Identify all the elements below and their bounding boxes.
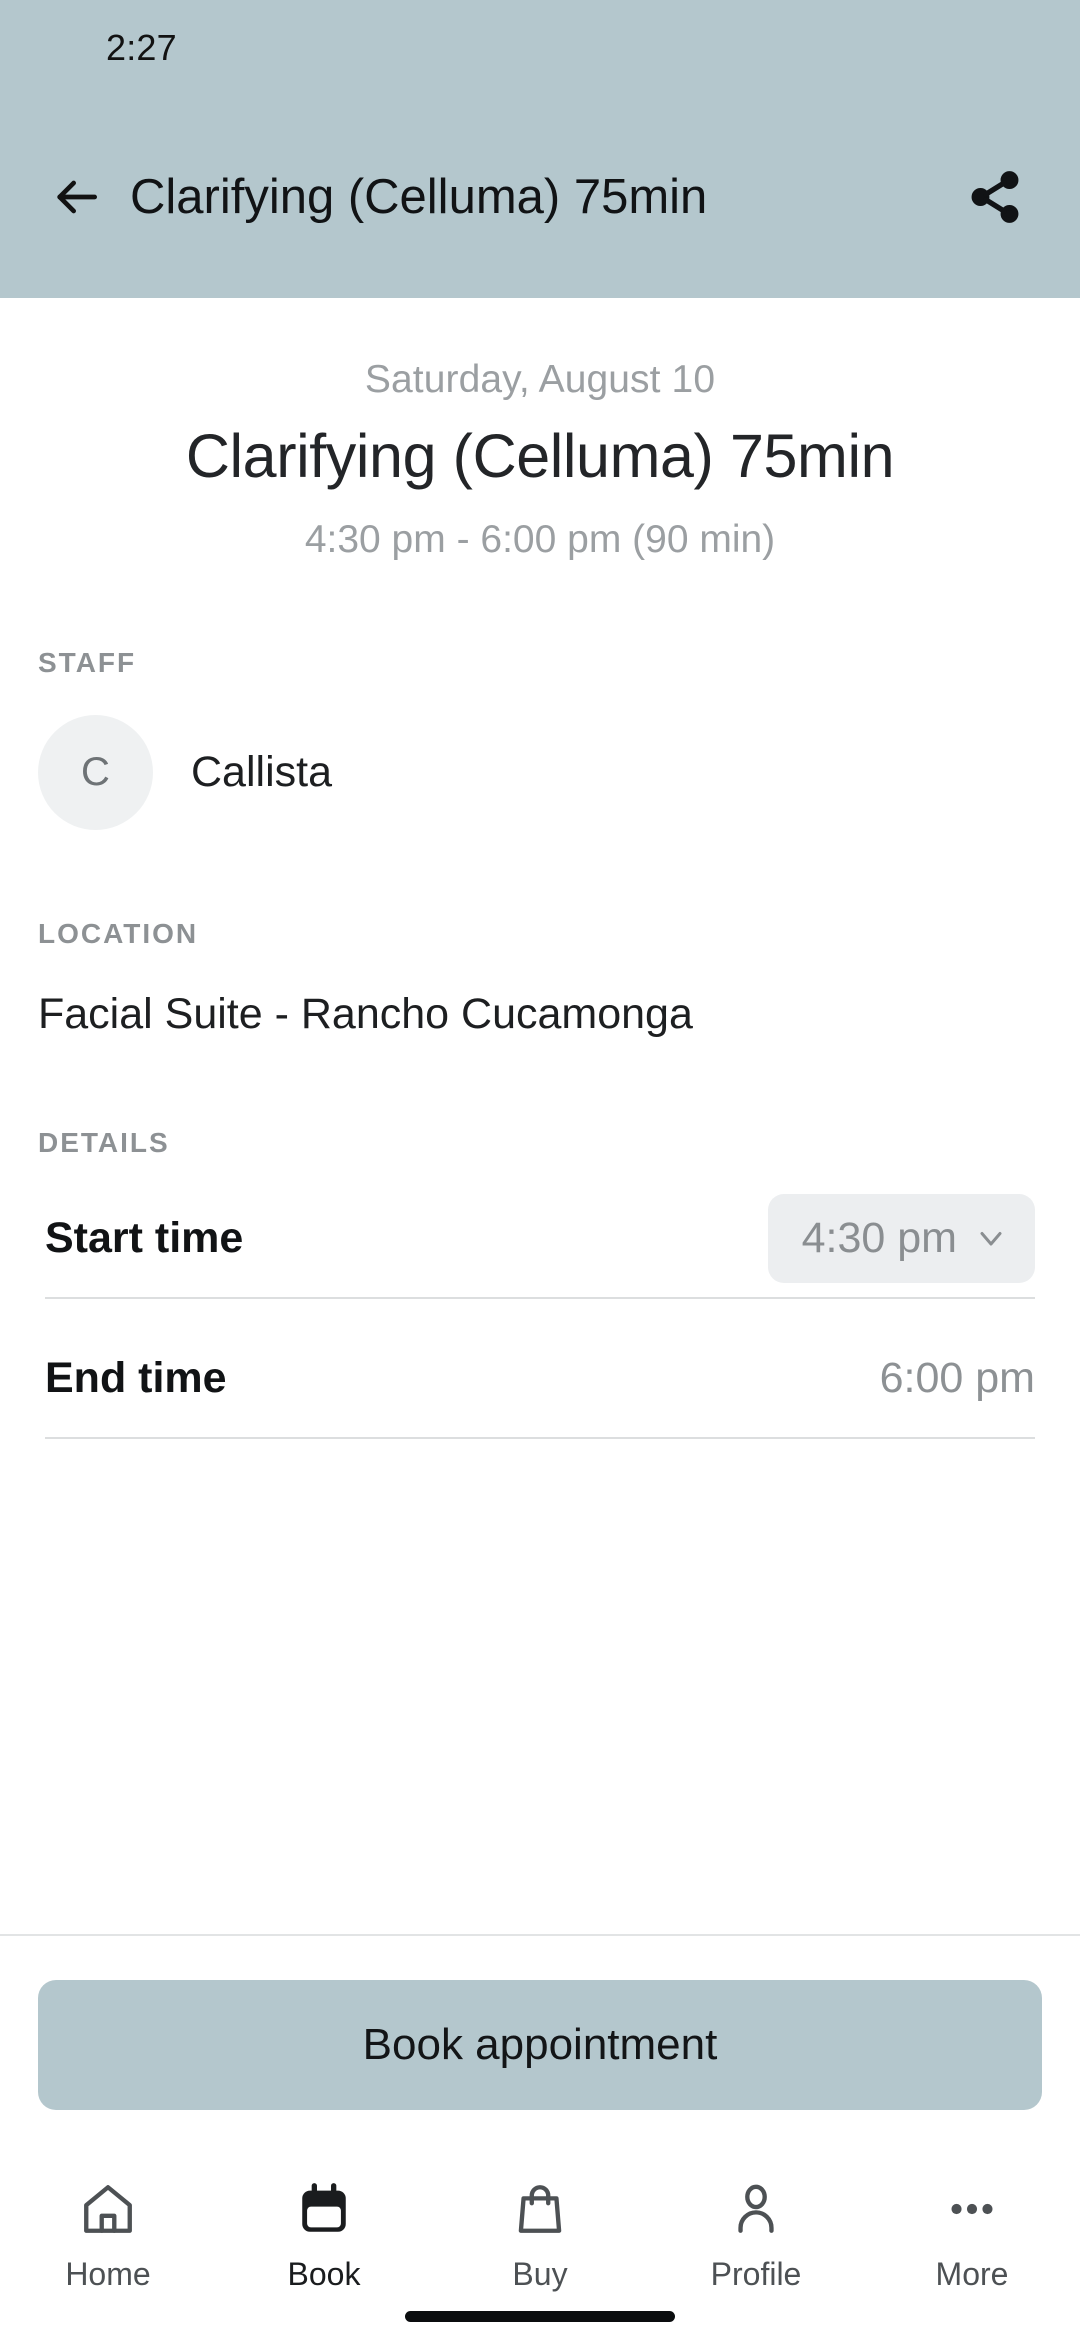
chevron-down-icon [980, 1232, 1002, 1246]
action-area: Book appointment [0, 1936, 1080, 2150]
details-section: DETAILS Start time 4:30 pm End time 6:00… [0, 1127, 1080, 1440]
status-bar-clock: 2:27 [106, 27, 177, 68]
details-section-label: DETAILS [38, 1127, 170, 1159]
nav-item-more[interactable]: More [864, 2176, 1080, 2293]
nav-label-home: Home [65, 2256, 151, 2292]
location-section: LOCATION Facial Suite - Rancho Cucamonga [0, 918, 1080, 1039]
app-bar: Clarifying (Celluma) 75min [0, 96, 1080, 298]
staff-name: Callista [191, 748, 332, 797]
location-section-label: LOCATION [38, 918, 199, 950]
app-bar-title: Clarifying (Celluma) 75min [130, 170, 708, 224]
end-time-label: End time [45, 1353, 227, 1402]
appointment-date: Saturday, August 10 [364, 358, 716, 401]
nav-item-home[interactable]: Home [0, 2176, 216, 2293]
home-icon [79, 2176, 137, 2242]
top-bar: 2:27 Clarifying (Celluma) 75min [0, 0, 1080, 298]
staff-section: STAFF C Callista [0, 647, 1080, 831]
calendar-icon [295, 2176, 353, 2242]
book-appointment-button[interactable]: Book appointment [38, 1980, 1042, 2110]
nav-item-buy[interactable]: Buy [432, 2176, 648, 2293]
end-time-value: 6:00 pm [879, 1353, 1035, 1402]
appointment-hero: Saturday, August 10 Clarifying (Celluma)… [0, 298, 1080, 562]
nav-item-profile[interactable]: Profile [648, 2176, 864, 2293]
start-time-label: Start time [45, 1213, 244, 1262]
avatar-initial: C [81, 750, 110, 795]
share-button[interactable] [950, 152, 1040, 242]
nav-label-book: Book [287, 2256, 361, 2292]
end-time-row: End time 6:00 pm [0, 1319, 1080, 1437]
start-time-value: 4:30 pm [801, 1213, 957, 1262]
person-icon [727, 2176, 785, 2242]
staff-row[interactable]: C Callista [0, 715, 1080, 831]
more-horizontal-icon [943, 2176, 1001, 2242]
home-indicator [405, 2311, 675, 2322]
start-time-dropdown[interactable]: 4:30 pm [767, 1193, 1035, 1283]
appointment-details-content: Saturday, August 10 Clarifying (Celluma)… [0, 298, 1080, 1934]
back-button[interactable] [34, 155, 118, 239]
details-divider-2 [45, 1437, 1035, 1440]
nav-item-book[interactable]: Book [216, 2176, 432, 2293]
nav-label-profile: Profile [710, 2256, 802, 2292]
app-screen: 2:27 Clarifying (Celluma) 75min Saturday… [0, 0, 1080, 2340]
nav-label-buy: Buy [512, 2256, 568, 2292]
arrow-left-icon [57, 180, 97, 214]
status-bar: 2:27 [0, 0, 1080, 96]
start-time-row: Start time 4:30 pm [0, 1179, 1080, 1297]
nav-label-more: More [935, 2256, 1009, 2292]
shopping-bag-icon [511, 2176, 569, 2242]
location-value: Facial Suite - Rancho Cucamonga [38, 990, 693, 1039]
share-icon [971, 171, 1019, 223]
appointment-time-range: 4:30 pm - 6:00 pm (90 min) [304, 518, 776, 562]
details-divider-1 [45, 1297, 1035, 1300]
staff-section-label: STAFF [38, 647, 137, 679]
avatar: C [38, 715, 153, 831]
appointment-title: Clarifying (Celluma) 75min [185, 422, 895, 490]
